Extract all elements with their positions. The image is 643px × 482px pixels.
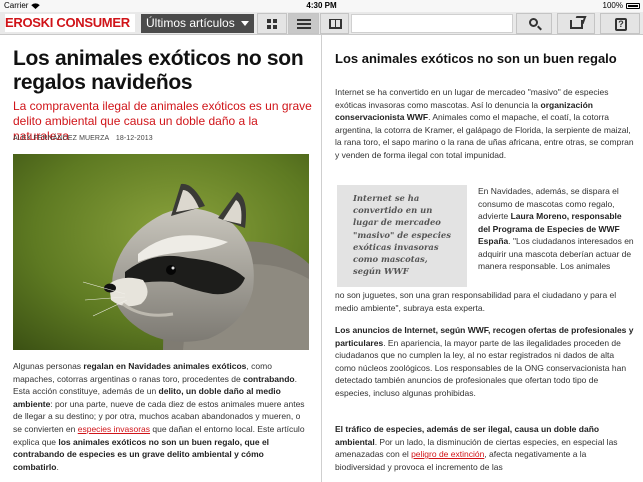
byline: ALEX FERNÁNDEZ MUERZA 18-12-2013 — [13, 135, 153, 142]
author-name: ALEX FERNÁNDEZ MUERZA — [13, 135, 109, 142]
grid-icon — [267, 19, 277, 29]
clock: 4:30 PM — [306, 1, 337, 10]
section-heading: Los animales exóticos no son un buen reg… — [335, 51, 617, 66]
article-body-pane: Los animales exóticos no son un buen reg… — [322, 35, 643, 482]
article-intro: Algunas personas regalan en Navidades an… — [13, 361, 305, 472]
reader-view-button[interactable] — [320, 13, 349, 34]
paragraph-1: Internet se ha convertido en un lugar de… — [335, 87, 634, 160]
link-especies-invasoras[interactable]: especies invasoras — [78, 424, 150, 434]
raccoon-photo — [13, 154, 309, 350]
publish-date: 18-12-2013 — [115, 135, 153, 142]
share-button[interactable] — [557, 13, 595, 34]
help-icon: ? — [615, 18, 627, 31]
paragraph-3: Los anuncios de Internet, según WWF, rec… — [335, 325, 634, 398]
share-icon — [570, 20, 583, 29]
section-dropdown[interactable]: Últimos artículos — [141, 14, 254, 33]
paragraph-2-continued: no son juguetes, son una gran responsabi… — [335, 290, 617, 313]
book-icon — [329, 19, 342, 29]
search-input[interactable] — [351, 14, 513, 33]
article-title: Los animales exóticos no son regalos nav… — [13, 47, 304, 94]
grid-view-button[interactable] — [257, 13, 287, 34]
section-dropdown-label: Últimos artículos — [146, 16, 235, 30]
search-icon — [529, 18, 538, 27]
list-view-button[interactable] — [288, 13, 319, 34]
paragraph-2: En Navidades, además, se dispara el cons… — [478, 186, 634, 271]
chevron-down-icon — [241, 21, 249, 26]
paragraph-4: El tráfico de especies, además de ser il… — [335, 424, 618, 472]
pull-quote: Internet se ha convertido en un lugar de… — [337, 185, 467, 287]
battery-icon — [626, 3, 640, 9]
list-icon — [297, 19, 311, 29]
top-toolbar: EROSKI CONSUMER Últimos artículos ? — [0, 12, 643, 35]
eroski-consumer-logo[interactable]: EROSKI CONSUMER — [5, 14, 135, 32]
search-button[interactable] — [516, 13, 552, 34]
article-summary-pane: Los animales exóticos no son regalos nav… — [0, 35, 321, 482]
raccoon-illustration — [13, 154, 309, 350]
battery-percentage: 100% — [602, 1, 623, 10]
status-bar: Carrier 4:30 PM 100% — [0, 0, 643, 12]
link-peligro-de-extincion[interactable]: peligro de extinción — [411, 449, 484, 459]
help-button[interactable]: ? — [600, 13, 640, 34]
